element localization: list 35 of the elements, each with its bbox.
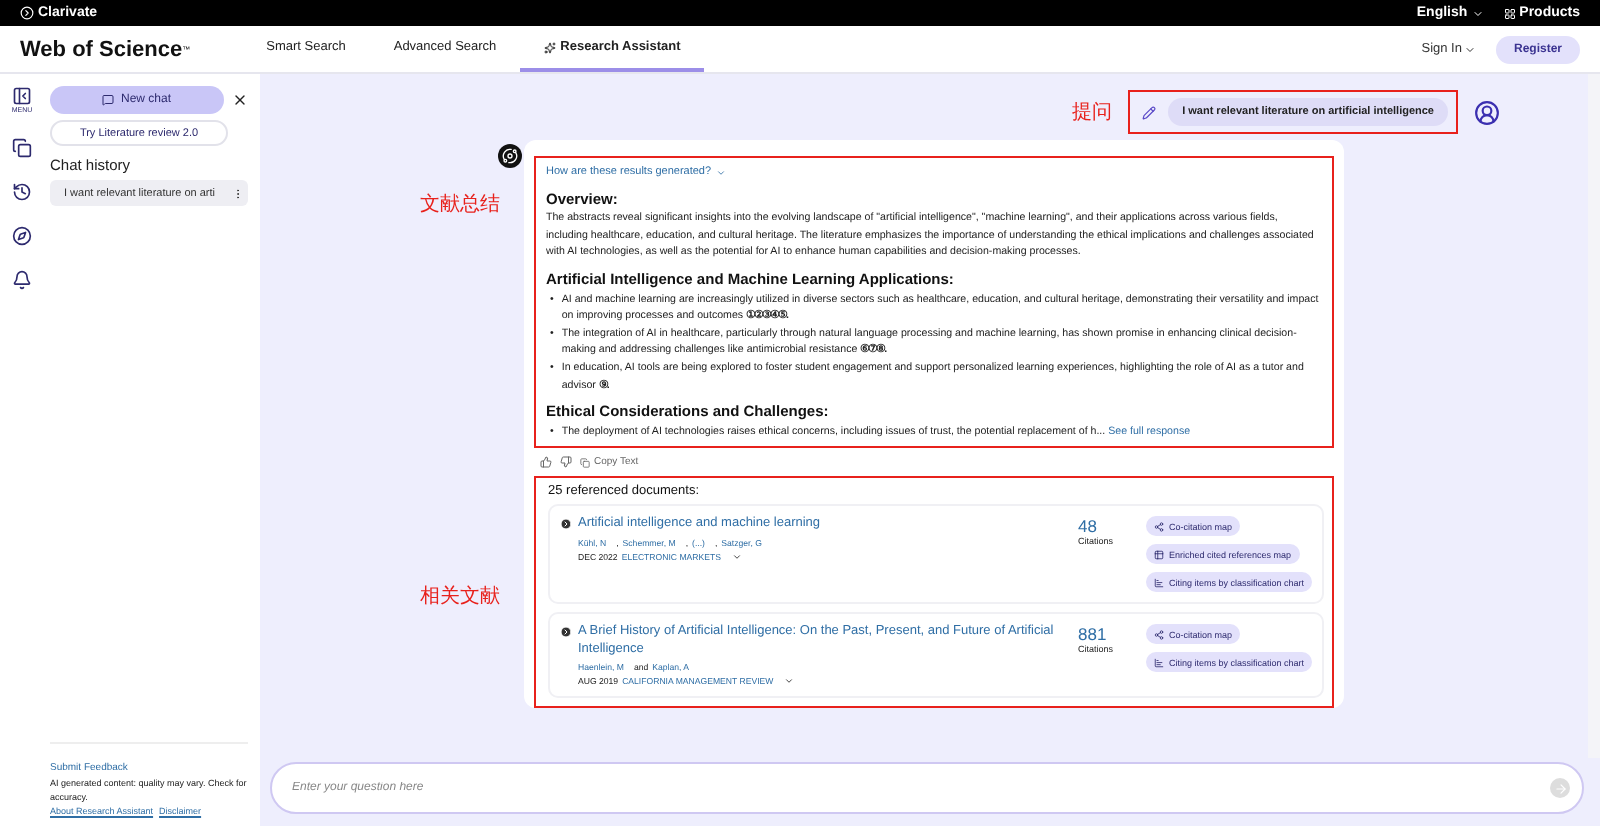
share-icon [1154,521,1165,532]
bar-chart-icon [1154,657,1165,668]
caret-icon [1463,43,1476,55]
bar-chart-icon [1154,577,1165,588]
menu-icon [12,86,32,106]
expand-icon[interactable] [560,626,572,639]
edit-icon[interactable] [1142,105,1157,119]
copy-icon [580,457,590,468]
table-icon [1154,549,1165,560]
caret-icon [1471,7,1484,19]
compass-icon[interactable] [12,226,32,246]
citation-count[interactable]: 881 [1078,624,1147,645]
caret-icon [715,167,726,178]
expand-icon[interactable] [560,518,572,531]
logo-icon [20,6,34,20]
arrow-icon [1553,781,1567,795]
thumbs-up-icon[interactable] [540,456,552,469]
bell-icon[interactable] [12,270,32,290]
avatar-icon [1474,99,1500,125]
thumbs-down-icon[interactable] [560,456,572,469]
close-button[interactable] [232,92,248,108]
caret-icon[interactable] [731,551,741,562]
annotation-label: 提问 [1072,100,1113,126]
documents-icon[interactable] [12,138,32,158]
share-icon [1154,629,1165,640]
caret-icon[interactable] [783,676,794,687]
grid-icon [1503,7,1516,19]
citation-count[interactable]: 48 [1078,516,1147,537]
history-icon[interactable] [12,182,32,202]
scrollbar[interactable] [1588,74,1600,758]
annotation-label: 文献总结 [420,194,500,216]
annotation-label: 相关文献 [420,586,500,608]
close-icon [232,92,248,108]
sparkle-icon [544,41,557,53]
chat-icon [102,94,115,106]
